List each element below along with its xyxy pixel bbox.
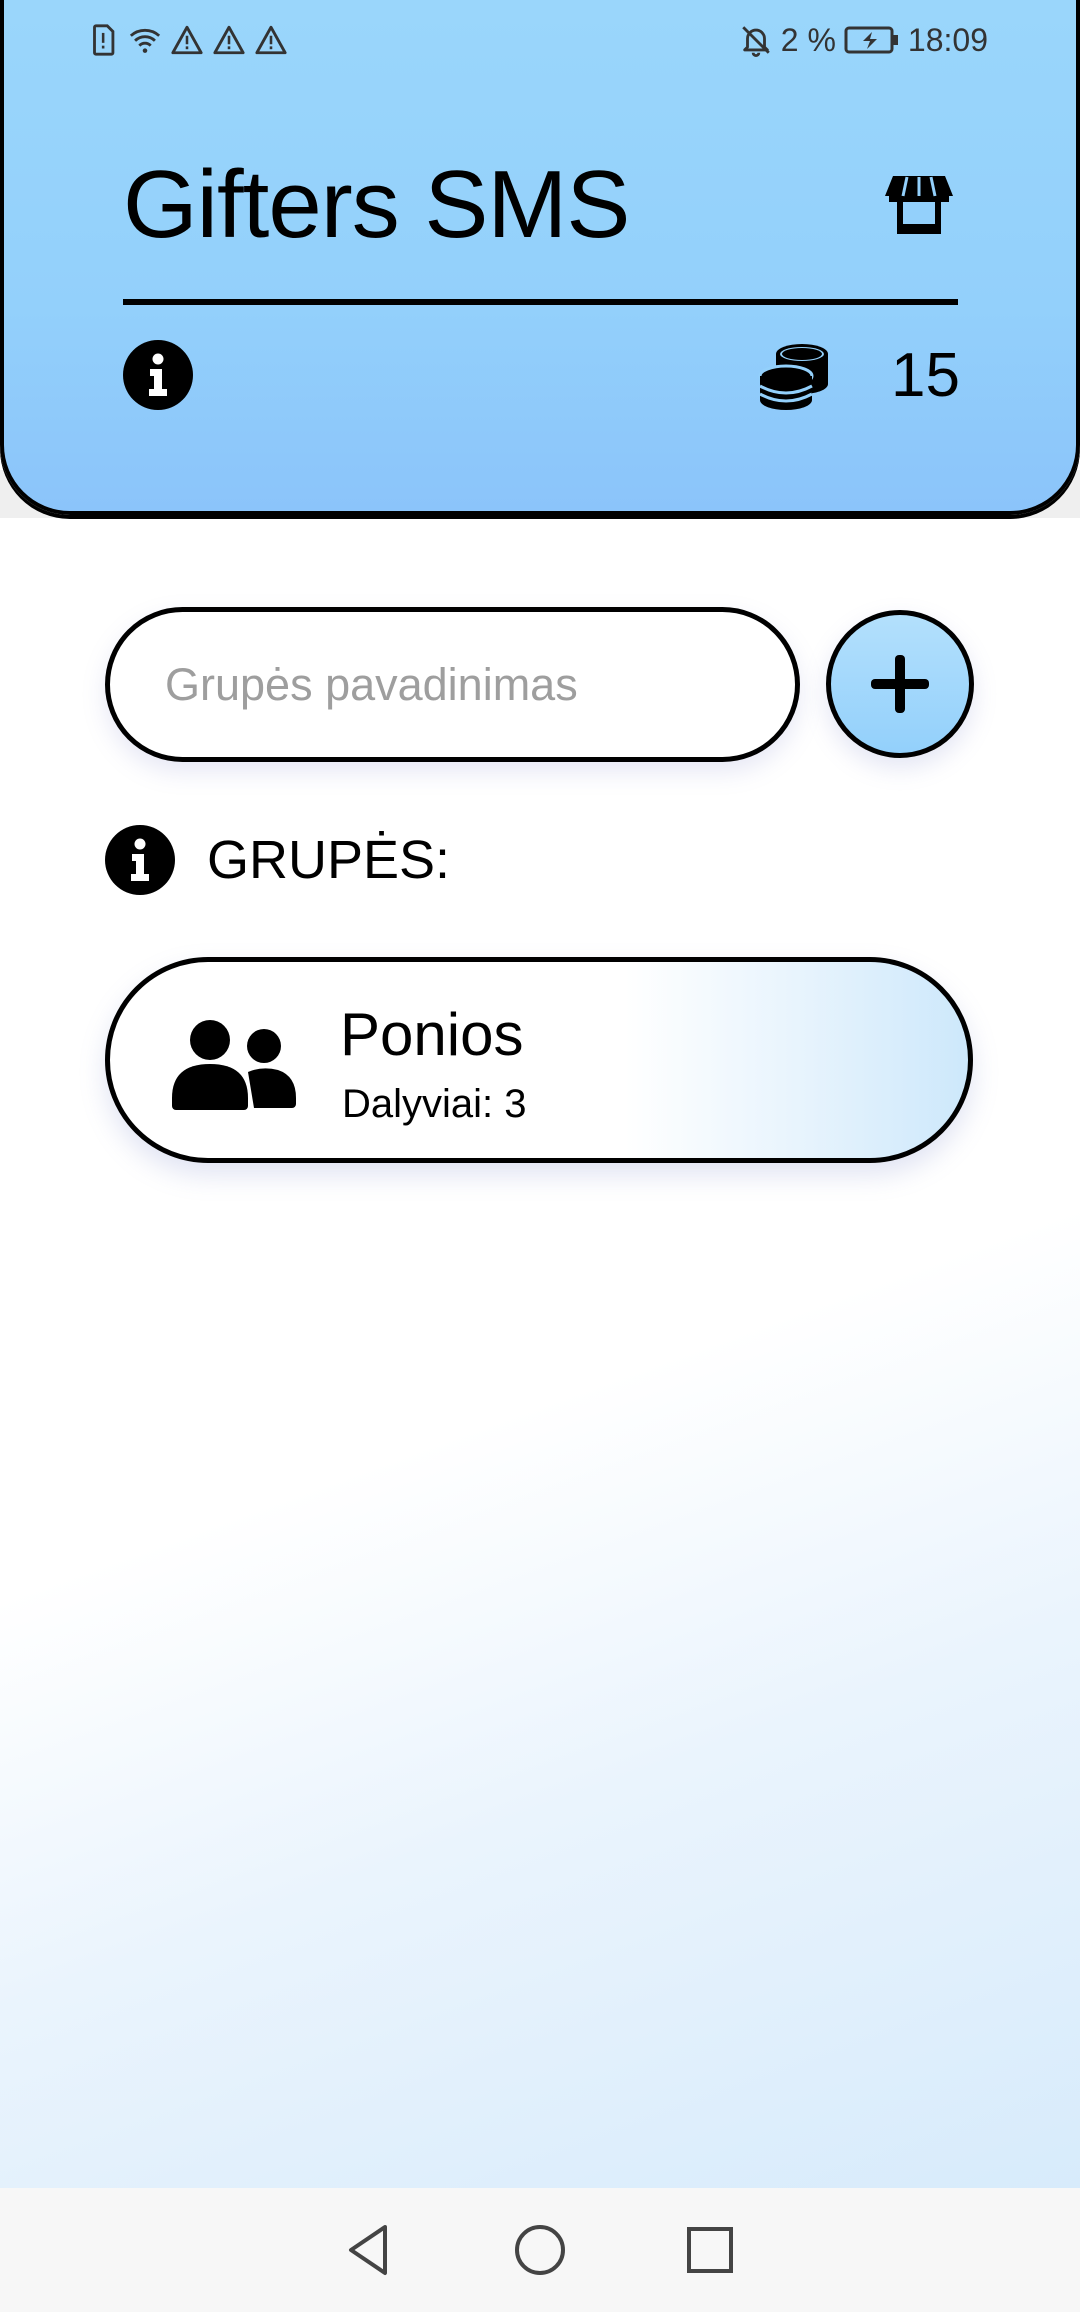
- store-icon[interactable]: [885, 174, 953, 236]
- nav-recents-button[interactable]: [675, 2215, 745, 2285]
- clock: 18:09: [907, 21, 988, 58]
- add-group-button[interactable]: [826, 610, 974, 758]
- status-bar: 2 % 18:09: [0, 0, 1080, 80]
- nav-home-button[interactable]: [505, 2215, 575, 2285]
- bell-off-icon: [742, 26, 770, 57]
- group-name: Ponios: [340, 1001, 524, 1068]
- group-members-count: Dalyviai: 3: [342, 1082, 527, 1126]
- warning-icon: [213, 25, 245, 55]
- status-bar-right: 2 % 18:09: [739, 22, 988, 59]
- coins-icon: [758, 344, 828, 410]
- home-icon: [515, 2225, 565, 2275]
- plus-icon: [871, 655, 929, 713]
- recents-icon: [687, 2227, 733, 2273]
- header-divider: [123, 299, 958, 305]
- sim-alert-icon: [93, 24, 115, 56]
- battery-percent: 2 %: [780, 21, 836, 58]
- group-name-input[interactable]: [105, 607, 800, 762]
- groups-section-title: GRUPĖS:: [207, 830, 451, 890]
- app-title: Gifters SMS: [123, 151, 630, 258]
- coins-count: 15: [891, 341, 960, 410]
- users-icon: [172, 1020, 296, 1110]
- battery-charging-icon: [844, 26, 898, 54]
- info-icon[interactable]: [123, 340, 193, 410]
- wifi-icon: [129, 28, 161, 53]
- back-icon: [349, 2225, 387, 2275]
- group-card[interactable]: Ponios Dalyviai: 3: [105, 957, 973, 1163]
- warning-icon: [255, 25, 287, 55]
- nav-back-button[interactable]: [335, 2215, 405, 2285]
- warning-icon: [171, 25, 203, 55]
- system-nav-bar: [0, 2188, 1080, 2312]
- status-bar-left: [86, 23, 288, 57]
- info-icon[interactable]: [105, 825, 175, 895]
